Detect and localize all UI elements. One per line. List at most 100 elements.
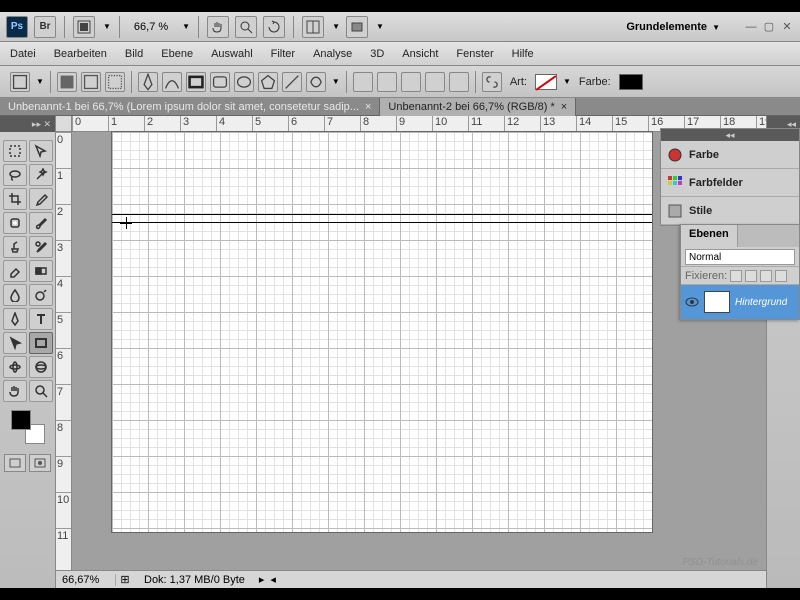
rectangle-tool[interactable] bbox=[29, 332, 53, 354]
line-shape-icon[interactable] bbox=[282, 72, 302, 92]
paths-icon[interactable] bbox=[81, 72, 101, 92]
close-icon[interactable]: × bbox=[365, 101, 371, 113]
3d-rotate-tool[interactable] bbox=[3, 356, 27, 378]
menu-bild[interactable]: Bild bbox=[125, 48, 143, 60]
dropdown-arrow-icon[interactable]: ▼ bbox=[332, 77, 340, 86]
status-icon[interactable]: ⊞ bbox=[116, 573, 134, 586]
fill-pixels-icon[interactable] bbox=[105, 72, 125, 92]
lasso-tool[interactable] bbox=[3, 164, 27, 186]
layer-row[interactable]: Hintergrund bbox=[681, 285, 799, 319]
combine-intersect-icon[interactable] bbox=[425, 72, 445, 92]
3d-orbit-tool[interactable] bbox=[29, 356, 53, 378]
color-swatch[interactable] bbox=[619, 74, 643, 90]
dropdown-arrow-icon[interactable]: ▼ bbox=[103, 22, 111, 31]
freeform-pen-icon[interactable] bbox=[162, 72, 182, 92]
zoom-percent[interactable]: 66,7 % bbox=[128, 19, 174, 35]
combine-add-icon[interactable] bbox=[377, 72, 397, 92]
panel-stile[interactable]: Stile bbox=[661, 197, 799, 225]
magic-wand-tool[interactable] bbox=[29, 164, 53, 186]
eyedropper-tool[interactable] bbox=[29, 188, 53, 210]
marquee-tool[interactable] bbox=[3, 140, 27, 162]
menu-datei[interactable]: Datei bbox=[10, 48, 36, 60]
lock-pixels-icon[interactable] bbox=[745, 270, 757, 282]
combine-subtract-icon[interactable] bbox=[401, 72, 421, 92]
custom-shape-icon[interactable] bbox=[306, 72, 326, 92]
brush-tool[interactable] bbox=[29, 212, 53, 234]
minimize-button[interactable]: — bbox=[744, 20, 758, 34]
crop-tool[interactable] bbox=[3, 188, 27, 210]
dropdown-arrow-icon[interactable]: ▼ bbox=[332, 22, 340, 31]
dropdown-arrow-icon[interactable]: ▼ bbox=[36, 77, 44, 86]
blur-tool[interactable] bbox=[3, 284, 27, 306]
panel-farbe[interactable]: Farbe bbox=[661, 141, 799, 169]
close-icon[interactable]: × bbox=[561, 101, 567, 113]
panel-farbfelder[interactable]: Farbfelder bbox=[661, 169, 799, 197]
maximize-button[interactable]: ▢ bbox=[762, 20, 776, 34]
type-tool[interactable] bbox=[29, 308, 53, 330]
spot-heal-tool[interactable] bbox=[3, 212, 27, 234]
status-zoom[interactable]: 66,67% bbox=[56, 574, 116, 586]
ps-logo[interactable]: Ps bbox=[6, 16, 28, 38]
view-extras-icon[interactable] bbox=[73, 16, 95, 38]
ellipse-shape-icon[interactable] bbox=[234, 72, 254, 92]
tab-ebenen[interactable]: Ebenen bbox=[681, 225, 738, 247]
status-docinfo[interactable]: Dok: 1,37 MB/0 Byte bbox=[134, 574, 255, 586]
zoom-tool[interactable] bbox=[29, 380, 53, 402]
tool-preset-icon[interactable] bbox=[10, 72, 30, 92]
guide-horizontal[interactable] bbox=[112, 214, 652, 215]
history-brush-tool[interactable] bbox=[29, 236, 53, 258]
eraser-tool[interactable] bbox=[3, 260, 27, 282]
menu-filter[interactable]: Filter bbox=[271, 48, 295, 60]
scroll-left-icon[interactable]: ◂ bbox=[270, 573, 276, 586]
dropdown-arrow-icon[interactable]: ▼ bbox=[376, 22, 384, 31]
foreground-background-swatch[interactable] bbox=[11, 410, 45, 444]
polygon-shape-icon[interactable] bbox=[258, 72, 278, 92]
quickmask-mode-icon[interactable] bbox=[29, 454, 51, 472]
menu-analyse[interactable]: Analyse bbox=[313, 48, 352, 60]
ruler-origin[interactable] bbox=[56, 116, 72, 132]
clone-stamp-tool[interactable] bbox=[3, 236, 27, 258]
dropdown-arrow-icon[interactable]: ▼ bbox=[563, 77, 571, 86]
panel-collapse-icon[interactable]: ▸▸ ✕ bbox=[0, 116, 55, 132]
dodge-tool[interactable] bbox=[29, 284, 53, 306]
ruler-vertical[interactable]: 01234567891011 bbox=[56, 132, 72, 572]
zoom-tool-icon[interactable] bbox=[235, 16, 257, 38]
lock-transparency-icon[interactable] bbox=[730, 270, 742, 282]
hand-tool[interactable] bbox=[3, 380, 27, 402]
blend-mode-select[interactable] bbox=[685, 249, 795, 265]
lock-all-icon[interactable] bbox=[775, 270, 787, 282]
style-swatch[interactable] bbox=[535, 74, 557, 90]
gradient-tool[interactable] bbox=[29, 260, 53, 282]
document-tab[interactable]: Unbenannt-2 bei 66,7% (RGB/8) * × bbox=[380, 98, 576, 116]
bridge-icon[interactable]: Br bbox=[34, 16, 56, 38]
menu-bearbeiten[interactable]: Bearbeiten bbox=[54, 48, 107, 60]
hand-tool-icon[interactable] bbox=[207, 16, 229, 38]
menu-ebene[interactable]: Ebene bbox=[161, 48, 193, 60]
rotate-view-icon[interactable] bbox=[263, 16, 285, 38]
close-button[interactable]: ✕ bbox=[780, 20, 794, 34]
standard-mode-icon[interactable] bbox=[4, 454, 26, 472]
menu-ansicht[interactable]: Ansicht bbox=[402, 48, 438, 60]
rounded-rect-icon[interactable] bbox=[210, 72, 230, 92]
path-select-tool[interactable] bbox=[3, 332, 27, 354]
arrange-docs-icon[interactable] bbox=[302, 16, 324, 38]
rectangle-shape-icon[interactable] bbox=[186, 72, 206, 92]
visibility-icon[interactable] bbox=[685, 295, 699, 309]
pen-tool[interactable] bbox=[3, 308, 27, 330]
foreground-color[interactable] bbox=[11, 410, 31, 430]
document-canvas[interactable] bbox=[112, 132, 652, 532]
workspace-switcher[interactable]: Grundelemente ▼ bbox=[618, 19, 728, 35]
dropdown-arrow-icon[interactable]: ▼ bbox=[182, 22, 190, 31]
menu-fenster[interactable]: Fenster bbox=[456, 48, 493, 60]
lock-position-icon[interactable] bbox=[760, 270, 772, 282]
layer-thumbnail[interactable] bbox=[704, 291, 730, 313]
shape-layers-icon[interactable] bbox=[57, 72, 77, 92]
menu-hilfe[interactable]: Hilfe bbox=[512, 48, 534, 60]
link-icon[interactable] bbox=[482, 72, 502, 92]
document-tab[interactable]: Unbenannt-1 bei 66,7% (Lorem ipsum dolor… bbox=[0, 98, 380, 116]
move-tool[interactable] bbox=[29, 140, 53, 162]
combine-new-icon[interactable] bbox=[353, 72, 373, 92]
menu-auswahl[interactable]: Auswahl bbox=[211, 48, 253, 60]
panel-collapse-icon[interactable]: ◂◂ bbox=[661, 129, 799, 141]
status-arrow-icon[interactable]: ▸ bbox=[259, 573, 265, 586]
